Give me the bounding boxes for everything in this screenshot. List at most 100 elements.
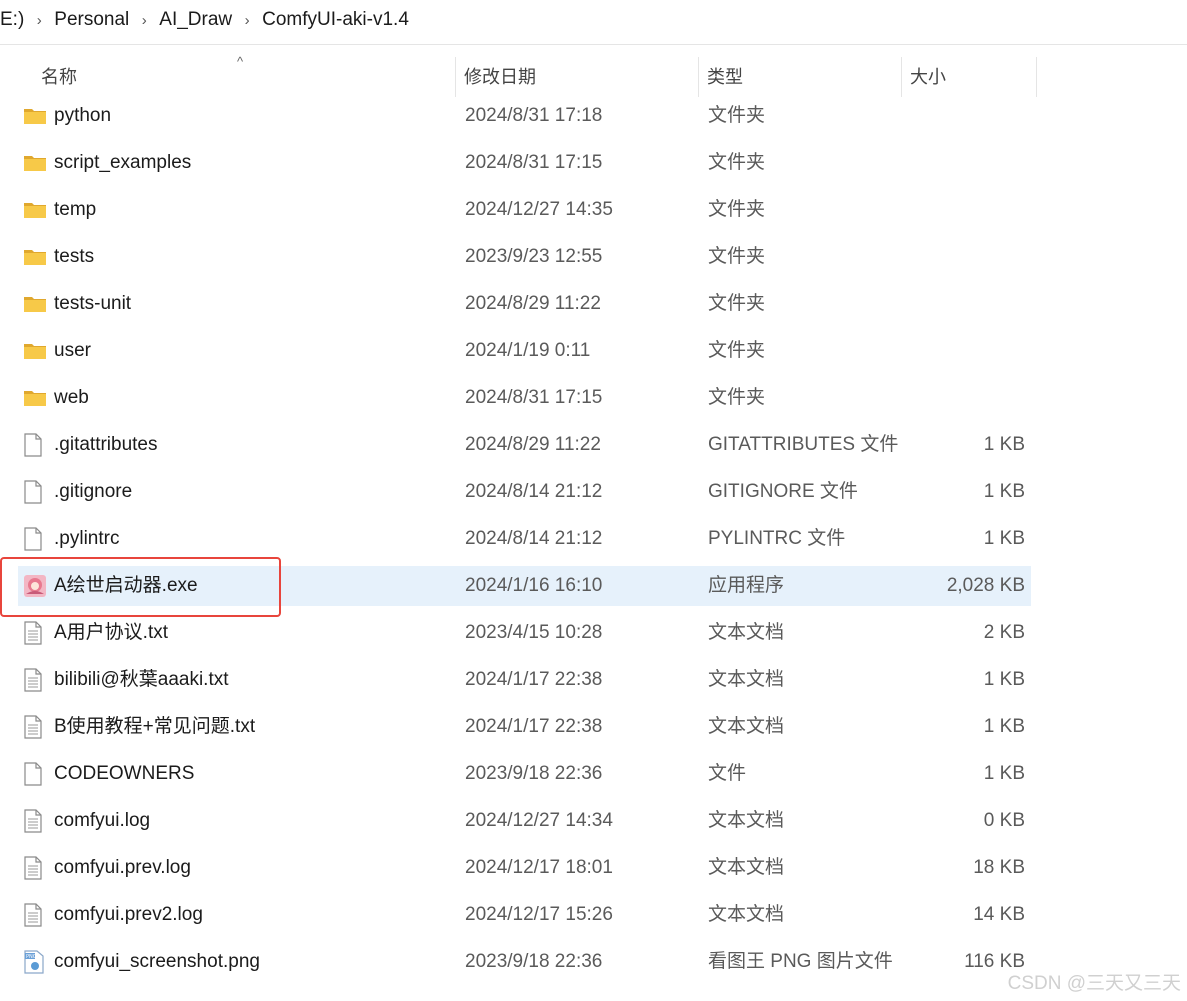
file-type: 文件夹 <box>708 246 766 267</box>
file-name: B使用教程+常见问题.txt <box>54 716 256 737</box>
file-type: 看图王 PNG 图片文件 <box>708 951 893 972</box>
file-name: bilibili@秋葉aaaki.txt <box>54 669 229 690</box>
file-name: comfyui.prev.log <box>54 857 191 878</box>
file-row[interactable]: CODEOWNERS 2023/9/18 22:36 文件 1 KB <box>18 754 1031 794</box>
divider <box>0 44 1187 45</box>
file-date: 2024/8/14 21:12 <box>465 481 603 502</box>
folder-icon <box>23 143 49 183</box>
file-date: 2024/1/17 22:38 <box>465 669 603 690</box>
folder-icon <box>23 190 49 230</box>
file-row[interactable]: PNG comfyui_screenshot.png 2023/9/18 22:36… <box>18 942 1031 982</box>
watermark: CSDN @三天又三天 <box>1007 973 1181 994</box>
folder-icon <box>23 378 49 418</box>
file-row[interactable]: A用户协议.txt 2023/4/15 10:28 文本文档 2 KB <box>18 613 1031 653</box>
file-type: 文件夹 <box>708 152 766 173</box>
file-name: web <box>54 387 89 408</box>
file-size: 1 KB <box>983 481 1025 502</box>
file-row[interactable]: comfyui.prev2.log 2024/12/17 15:26 文本文档 14 … <box>18 895 1031 935</box>
column-header-type[interactable]: 类型 <box>699 53 901 99</box>
file-type: 文件夹 <box>708 340 766 361</box>
file-name: .gitignore <box>54 481 133 502</box>
folder-icon <box>23 237 49 277</box>
file-size: 1 KB <box>983 528 1025 549</box>
file-name: CODEOWNERS <box>54 763 195 784</box>
file-date: 2024/12/17 15:26 <box>465 904 613 925</box>
file-row[interactable]: user 2024/1/19 0:11 文件夹 <box>18 331 1031 371</box>
file-row[interactable]: .gitattributes 2024/8/29 11:22 GITATTRIBUT… <box>18 425 1031 465</box>
file-size: 2,028 KB <box>946 575 1025 596</box>
text-file-icon <box>23 613 49 653</box>
file-name: .pylintrc <box>54 528 120 549</box>
file-row[interactable]: bilibili@秋葉aaaki.txt 2024/1/17 22:38 文本文档 1… <box>18 660 1031 700</box>
file-name: A用户协议.txt <box>54 622 169 643</box>
chevron-right-icon[interactable]: › <box>28 12 50 29</box>
file-date: 2024/8/29 11:22 <box>465 293 601 314</box>
file-type: 文本文档 <box>708 810 785 831</box>
text-file-icon <box>23 801 49 841</box>
file-date: 2023/9/18 22:36 <box>465 951 603 972</box>
file-type: 文本文档 <box>708 857 785 878</box>
file-type: 文件夹 <box>708 387 766 408</box>
file-name: python <box>54 105 112 126</box>
file-row[interactable]: tests-unit 2024/8/29 11:22 文件夹 <box>18 284 1031 324</box>
file-type: 应用程序 <box>708 575 785 596</box>
text-file-icon <box>23 895 49 935</box>
column-divider[interactable] <box>1036 57 1037 97</box>
column-header-date[interactable]: 修改日期 <box>456 53 698 99</box>
file-date: 2023/9/18 22:36 <box>465 763 603 784</box>
blank-file-icon <box>23 519 49 559</box>
folder-icon <box>23 96 49 136</box>
folder-icon <box>23 331 49 371</box>
file-date: 2024/12/27 14:34 <box>465 810 613 831</box>
file-name: script_examples <box>54 152 192 173</box>
blank-file-icon <box>23 472 49 512</box>
file-size: 1 KB <box>983 763 1025 784</box>
file-row[interactable]: comfyui.prev.log 2024/12/17 18:01 文本文档 18 K… <box>18 848 1031 888</box>
chevron-right-icon[interactable]: › <box>133 12 155 29</box>
column-header: 名称 修改日期 类型 大小 <box>0 53 1040 99</box>
folder-icon <box>23 284 49 324</box>
file-type: 文本文档 <box>708 622 785 643</box>
text-file-icon <box>23 707 49 747</box>
file-type: 文本文档 <box>708 716 785 737</box>
file-type: PYLINTRC 文件 <box>708 528 846 549</box>
file-row[interactable]: script_examples 2024/8/31 17:15 文件夹 <box>18 143 1031 183</box>
breadcrumb-ai-draw[interactable]: AI_Draw <box>155 9 236 31</box>
chevron-right-icon[interactable]: › <box>236 12 258 29</box>
file-row[interactable]: .pylintrc 2024/8/14 21:12 PYLINTRC 文件 1 KB <box>18 519 1031 559</box>
file-row[interactable]: web 2024/8/31 17:15 文件夹 <box>18 378 1031 418</box>
file-row[interactable]: comfyui.log 2024/12/27 14:34 文本文档 0 KB <box>18 801 1031 841</box>
file-date: 2024/8/31 17:18 <box>465 105 603 126</box>
breadcrumb: E:) › Personal › AI_Draw › ComfyUI-aki-v… <box>0 0 1187 40</box>
file-row[interactable]: B使用教程+常见问题.txt 2024/1/17 22:38 文本文档 1 KB <box>18 707 1031 747</box>
file-row[interactable]: temp 2024/12/27 14:35 文件夹 <box>18 190 1031 230</box>
file-date: 2024/8/31 17:15 <box>465 387 603 408</box>
file-name: .gitattributes <box>54 434 158 455</box>
file-date: 2023/9/23 12:55 <box>465 246 603 267</box>
file-row[interactable]: python 2024/8/31 17:18 文件夹 <box>18 96 1031 136</box>
file-type: 文件夹 <box>708 105 766 126</box>
file-name: comfyui.prev2.log <box>54 904 203 925</box>
file-date: 2024/12/27 14:35 <box>465 199 613 220</box>
file-size: 1 KB <box>983 716 1025 737</box>
file-name: comfyui_screenshot.png <box>54 951 260 972</box>
text-file-icon <box>23 848 49 888</box>
breadcrumb-personal[interactable]: Personal <box>50 9 133 31</box>
png-file-icon: PNG <box>23 942 49 982</box>
file-date: 2024/1/17 22:38 <box>465 716 603 737</box>
file-date: 2024/8/29 11:22 <box>465 434 601 455</box>
column-header-size[interactable]: 大小 <box>902 53 1036 99</box>
file-type: 文件夹 <box>708 199 766 220</box>
file-name: temp <box>54 199 97 220</box>
file-row[interactable]: .gitignore 2024/8/14 21:12 GITIGNORE 文件 1 K… <box>18 472 1031 512</box>
breadcrumb-drive[interactable]: E:) <box>0 9 28 31</box>
file-date: 2024/8/31 17:15 <box>465 152 603 173</box>
file-date: 2024/12/17 18:01 <box>465 857 613 878</box>
breadcrumb-comfyui[interactable]: ComfyUI-aki-v1.4 <box>258 9 413 31</box>
file-type: 文本文档 <box>708 669 785 690</box>
file-name: user <box>54 340 91 361</box>
file-size: 14 KB <box>973 904 1025 925</box>
column-header-name[interactable]: 名称 <box>33 53 455 99</box>
file-row[interactable]: tests 2023/9/23 12:55 文件夹 <box>18 237 1031 277</box>
file-name: tests <box>54 246 95 267</box>
